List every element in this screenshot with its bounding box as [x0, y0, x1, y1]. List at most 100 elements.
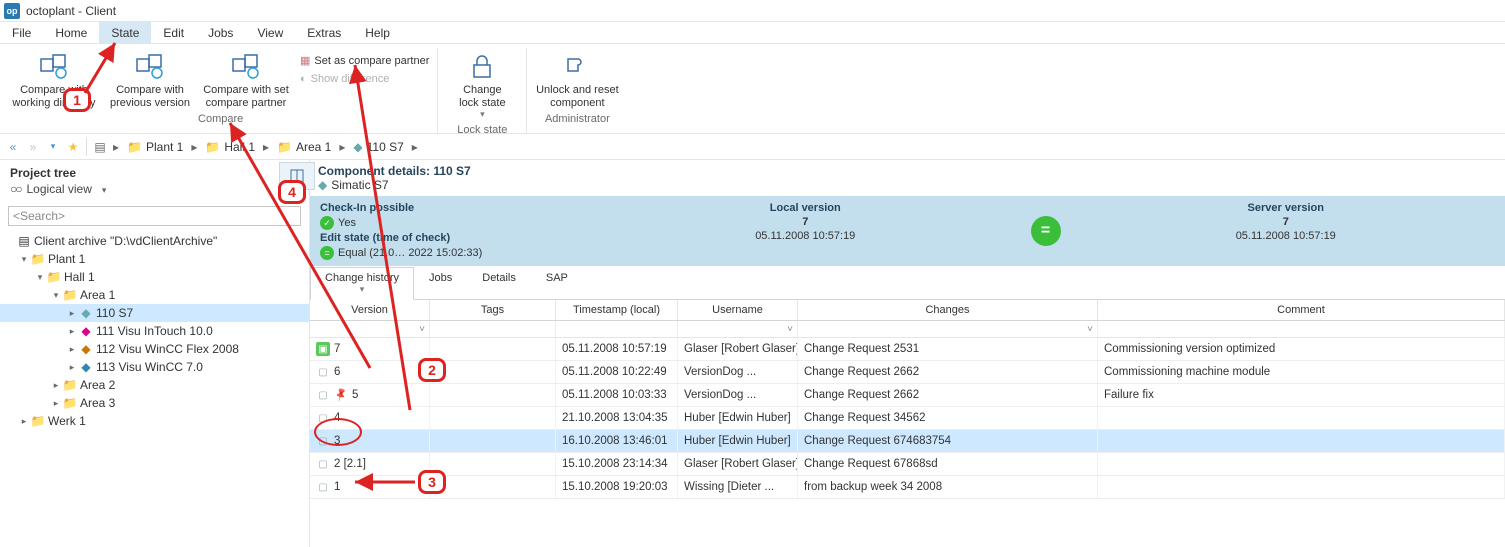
compare-icon	[230, 50, 262, 82]
component-icon: ◆	[78, 324, 94, 338]
col-timestamp[interactable]: Timestamp (local)	[556, 300, 678, 320]
grid-body: ▣705.11.2008 10:57:19Glaser [Robert Glas…	[310, 338, 1505, 499]
change-lock-state-button[interactable]: Change lock state ▾	[442, 48, 522, 122]
version-number: 5	[352, 389, 358, 401]
menu-file[interactable]: File	[0, 22, 43, 43]
cell-changes: from backup week 34 2008	[798, 476, 1098, 498]
tree-hall1[interactable]: ▾📁Hall 1	[0, 268, 309, 286]
panel-toggle-button[interactable]	[279, 162, 315, 190]
crumb-110s7[interactable]: ◆110 S7	[349, 140, 407, 154]
filter-changes[interactable]: ˅	[798, 321, 1098, 337]
tree-area2[interactable]: ▸📁Area 2	[0, 376, 309, 394]
label: Set as compare partner	[314, 55, 429, 67]
table-row[interactable]: ▢2 [2.1]15.10.2008 23:14:34Glaser [Rober…	[310, 453, 1505, 476]
menu-extras[interactable]: Extras	[295, 22, 353, 43]
tree-113[interactable]: ▸◆113 Visu WinCC 7.0	[0, 358, 309, 376]
col-changes[interactable]: Changes	[798, 300, 1098, 320]
menu-help[interactable]: Help	[353, 22, 402, 43]
compare-previous-version-button[interactable]: Compare with previous version	[104, 48, 196, 111]
filter-comment[interactable]	[1098, 321, 1505, 337]
version-icon: ▢	[316, 457, 330, 471]
favorite-icon[interactable]: ★	[64, 138, 82, 156]
menu-jobs[interactable]: Jobs	[196, 22, 245, 43]
tab-change-history[interactable]: Change history▾	[310, 267, 414, 300]
table-row[interactable]: ▢605.11.2008 10:22:49VersionDog ...Chang…	[310, 361, 1505, 384]
tree-112[interactable]: ▸◆112 Visu WinCC Flex 2008	[0, 340, 309, 358]
table-row[interactable]: ▣705.11.2008 10:57:19Glaser [Robert Glas…	[310, 338, 1505, 361]
compare-set-partner-button[interactable]: Compare with set compare partner	[200, 48, 292, 111]
menu-view[interactable]: View	[245, 22, 295, 43]
folder-icon: 📁	[277, 140, 292, 154]
menu-state[interactable]: State	[99, 22, 151, 43]
crumb-plant1[interactable]: 📁Plant 1	[123, 140, 187, 154]
tree-werk1[interactable]: ▸📁Werk 1	[0, 412, 309, 430]
pin-icon: 📌	[331, 385, 350, 404]
tab-sap[interactable]: SAP	[531, 267, 583, 300]
diff-icon: ◐	[300, 73, 307, 85]
cell-timestamp: 15.10.2008 19:20:03	[556, 476, 678, 498]
window-title: octoplant - Client	[26, 4, 116, 18]
view-switch[interactable]: ○○ Logical view	[0, 182, 309, 202]
tree-root[interactable]: ▤Client archive "D:\vdClientArchive"	[0, 232, 309, 250]
editstate-value: Equal (21.0… 2022 15:02:33)	[338, 247, 482, 259]
tree-area3[interactable]: ▸📁Area 3	[0, 394, 309, 412]
tree-area1[interactable]: ▾📁Area 1	[0, 286, 309, 304]
col-tags[interactable]: Tags	[430, 300, 556, 320]
tab-jobs[interactable]: Jobs	[414, 267, 467, 300]
col-version[interactable]: Version	[310, 300, 430, 320]
search-input[interactable]: <Search>	[8, 206, 301, 226]
checkin-label: Check-In possible	[320, 202, 580, 214]
cell-username: Glaser [Robert Glaser]	[678, 453, 798, 475]
nav-fwd-button[interactable]: »	[24, 138, 42, 156]
chevron-down-icon	[98, 182, 107, 196]
label: Show difference	[311, 73, 390, 85]
cell-timestamp: 16.10.2008 13:46:01	[556, 430, 678, 452]
component-icon: ◆	[78, 342, 94, 356]
cell-changes: Change Request 2662	[798, 361, 1098, 383]
table-row[interactable]: ▢115.10.2008 19:20:03Wissing [Dieter ...…	[310, 476, 1505, 499]
tree-110s7[interactable]: ▸◆110 S7	[0, 304, 309, 322]
menu-edit[interactable]: Edit	[151, 22, 196, 43]
tree-111[interactable]: ▸◆111 Visu InTouch 10.0	[0, 322, 309, 340]
group-label: Compare	[198, 111, 243, 127]
crumb-hall1[interactable]: 📁Hall 1	[201, 140, 259, 154]
folder-icon: 📁	[62, 288, 78, 302]
tree-plant1[interactable]: ▾📁Plant 1	[0, 250, 309, 268]
label: Compare with set compare partner	[203, 84, 289, 109]
table-row[interactable]: ▢421.10.2008 13:04:35Huber [Edwin Huber]…	[310, 407, 1505, 430]
table-row[interactable]: ▢📌505.11.2008 10:03:33VersionDog ...Chan…	[310, 384, 1505, 407]
compare-working-dir-button[interactable]: Compare with working directory	[8, 48, 100, 111]
cell-changes: Change Request 34562	[798, 407, 1098, 429]
component-icon: ◆	[78, 306, 94, 320]
chevron-icon: ▸	[111, 140, 121, 154]
menu-home[interactable]: Home	[43, 22, 99, 43]
equal-icon: =	[320, 246, 334, 260]
filter-user[interactable]: ˅	[678, 321, 798, 337]
cell-comment	[1098, 407, 1505, 429]
filter-version[interactable]: ˅	[310, 321, 430, 337]
unlock-reset-button[interactable]: Unlock and reset component	[531, 48, 623, 111]
tab-details[interactable]: Details	[467, 267, 531, 300]
filter-ts[interactable]	[556, 321, 678, 337]
group-label: Lock state	[457, 122, 507, 138]
table-row[interactable]: ▢316.10.2008 13:46:01Huber [Edwin Huber]…	[310, 430, 1505, 453]
version-icon: ▢	[316, 411, 330, 425]
titlebar: op octoplant - Client	[0, 0, 1505, 22]
cell-timestamp: 05.11.2008 10:22:49	[556, 361, 678, 383]
filter-tags[interactable]	[430, 321, 556, 337]
details-subtype: Simatic S7	[331, 178, 388, 192]
nav-back-button[interactable]: «	[4, 138, 22, 156]
col-username[interactable]: Username	[678, 300, 798, 320]
cell-timestamp: 05.11.2008 10:57:19	[556, 338, 678, 360]
cell-comment: Commissioning version optimized	[1098, 338, 1505, 360]
server-timestamp: 05.11.2008 10:57:19	[1077, 230, 1496, 242]
crumb-area1[interactable]: 📁Area 1	[273, 140, 335, 154]
home-icon[interactable]: ▤	[91, 138, 109, 156]
nav-history-button[interactable]: ▾	[44, 138, 62, 156]
ribbon: Compare with working directory Compare w…	[0, 44, 1505, 134]
col-comment[interactable]: Comment	[1098, 300, 1505, 320]
ribbon-group-lock: Change lock state ▾ Lock state	[438, 48, 527, 133]
collapse-handle[interactable]: ❮	[310, 500, 312, 514]
set-compare-partner-button[interactable]: ▦ Set as compare partner	[296, 52, 433, 69]
version-number: 3	[334, 435, 340, 447]
